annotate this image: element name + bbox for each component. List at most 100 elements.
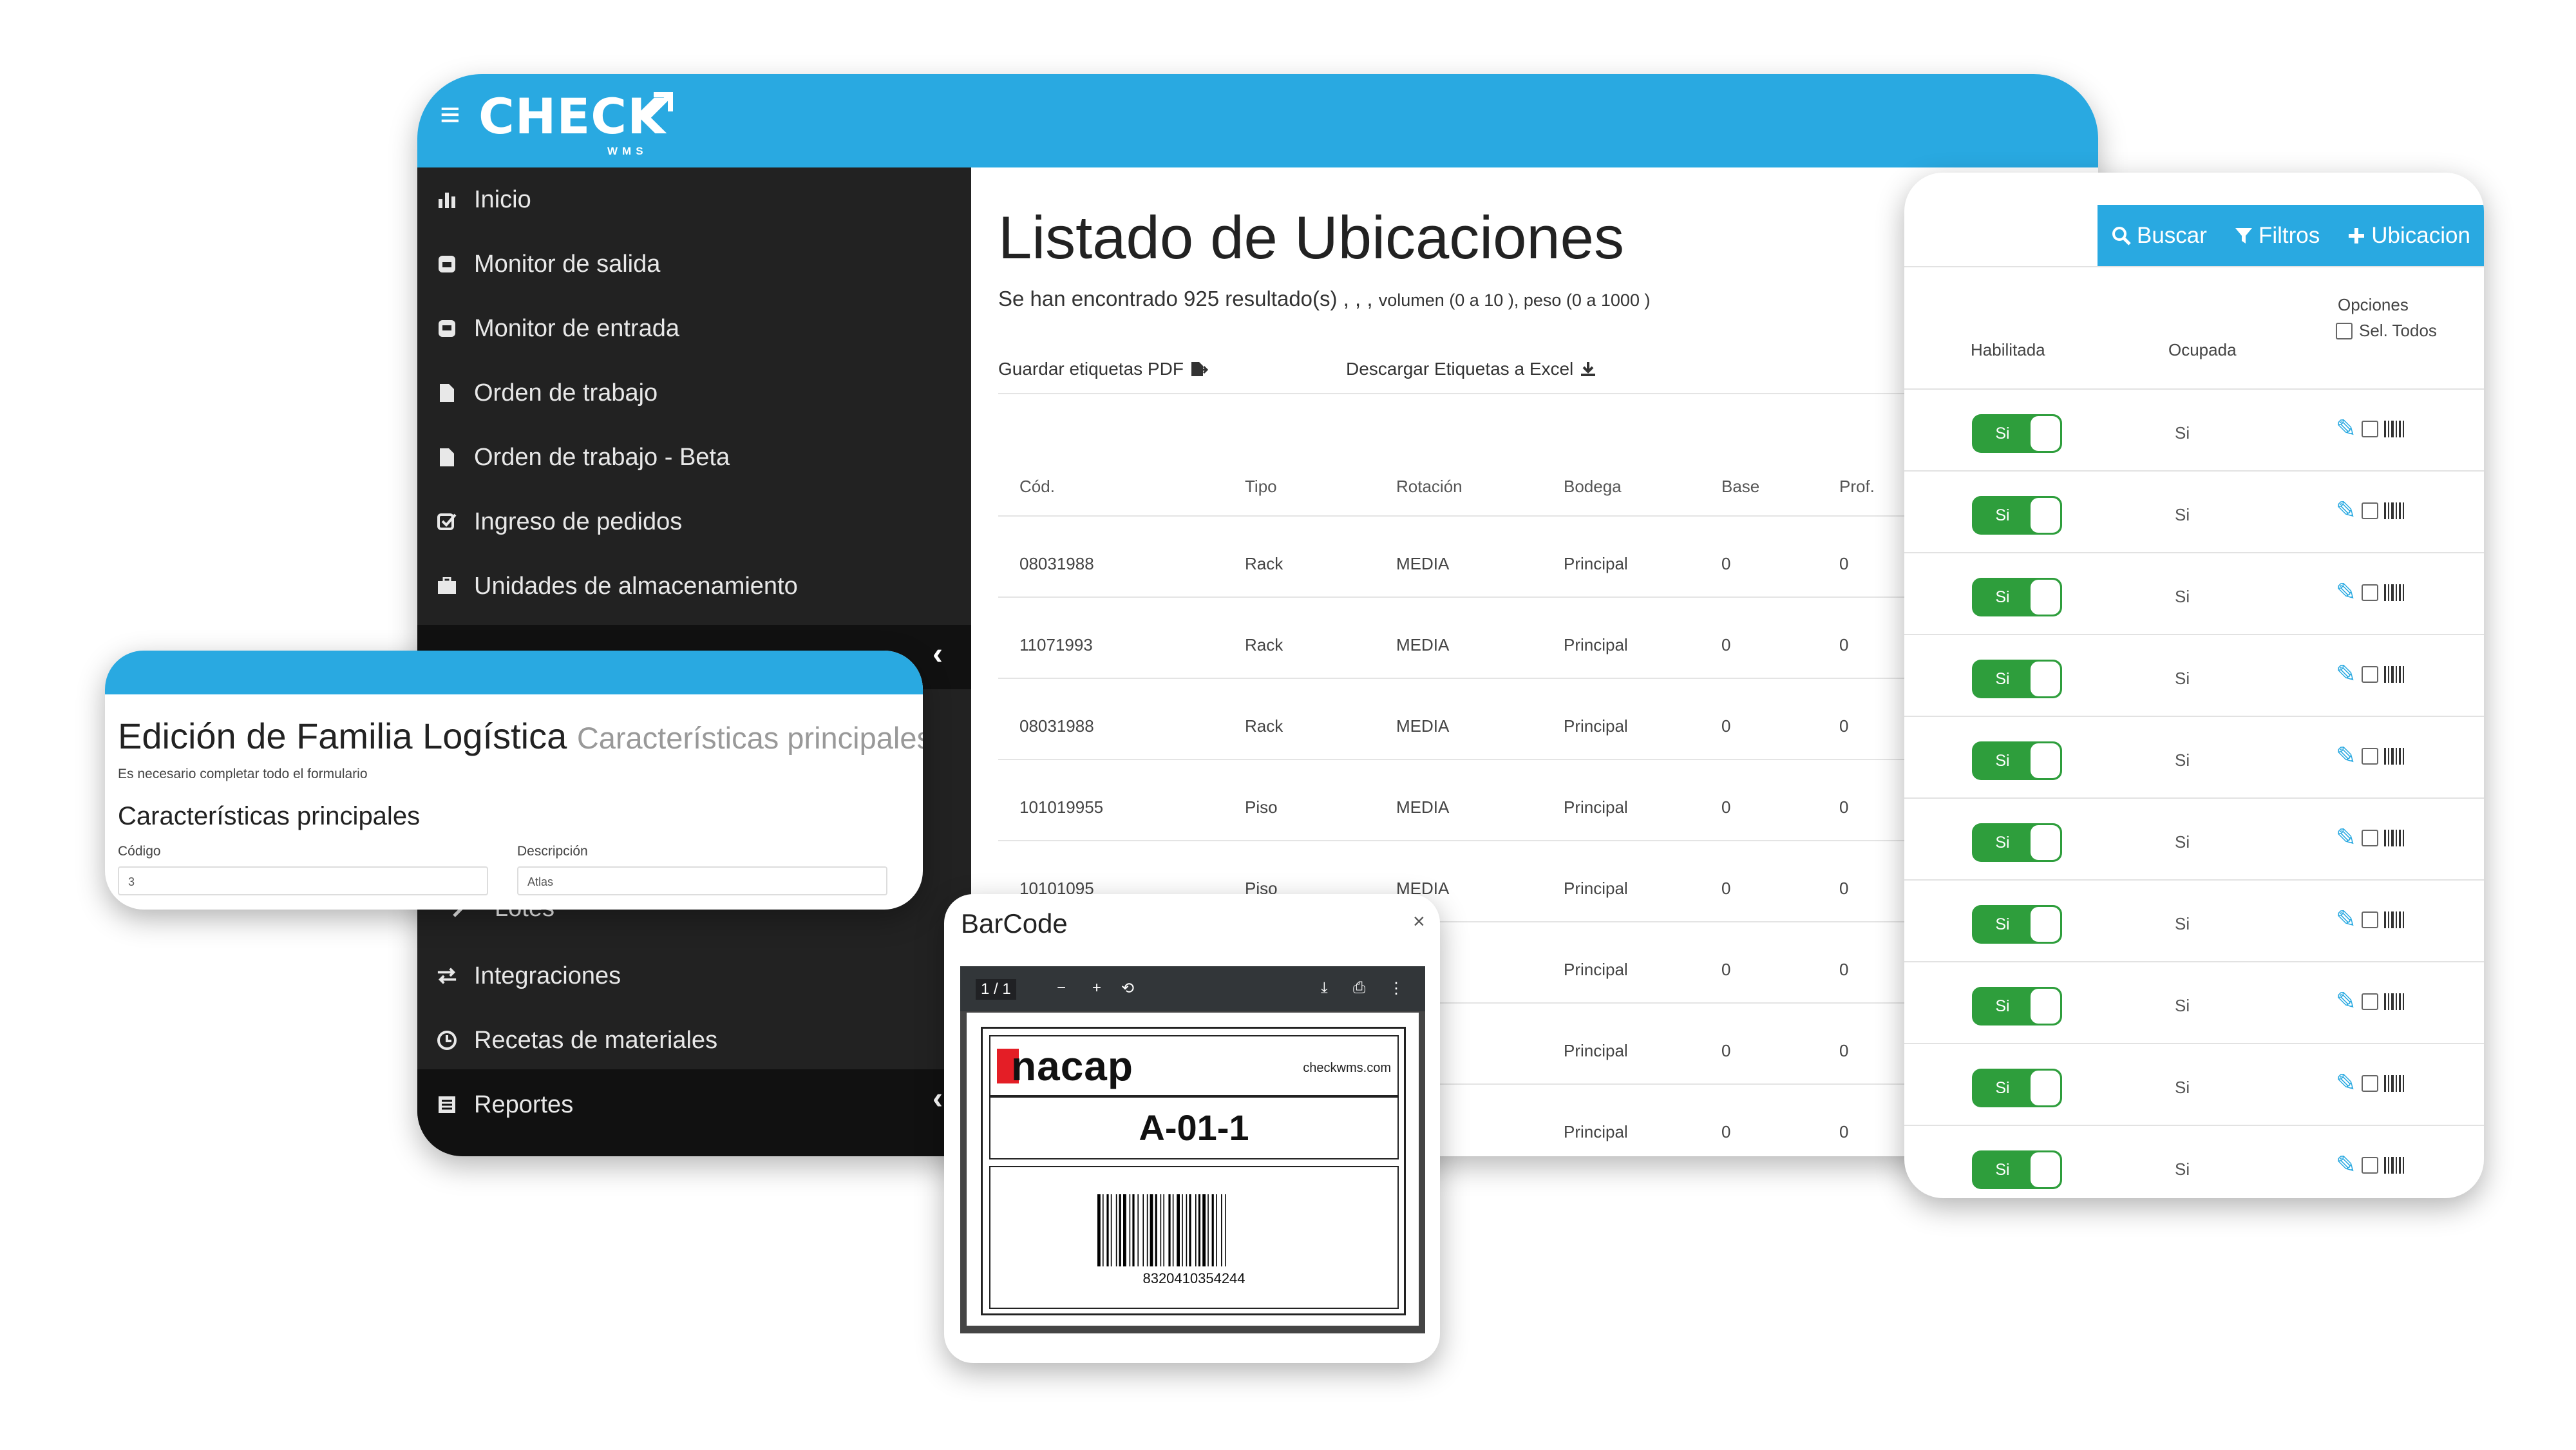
more-options-icon[interactable]: ⋮ [1388, 979, 1404, 998]
row-checkbox[interactable] [2361, 911, 2378, 928]
table-cell: MEDIA [1396, 716, 1450, 736]
barcode-icon[interactable] [2383, 828, 2405, 848]
edit-icon[interactable]: ✎ [2336, 417, 2356, 441]
barcode-icon[interactable] [2383, 910, 2405, 930]
row-checkbox[interactable] [2361, 502, 2378, 519]
row-checkbox[interactable] [2361, 748, 2378, 765]
plus-icon [2349, 227, 2365, 243]
table-cell: 0 [1839, 635, 1849, 654]
barcode-icon[interactable] [2383, 1074, 2405, 1093]
edit-icon[interactable]: ✎ [2336, 499, 2356, 523]
edit-icon[interactable]: ✎ [2336, 908, 2356, 932]
chevron-left-icon[interactable]: ‹ [933, 636, 943, 672]
edit-icon[interactable]: ✎ [2336, 580, 2356, 605]
ubicacion-label: Ubicacion [2371, 222, 2470, 248]
menu-icon[interactable]: ≡ [440, 97, 460, 132]
sidebar-item-label: Monitor de entrada [474, 314, 679, 342]
zoom-in-icon[interactable]: + [1092, 979, 1101, 997]
rotate-icon[interactable]: ⟲ [1121, 979, 1134, 998]
box-in-icon [437, 318, 457, 339]
filtros-button[interactable]: Filtros [2234, 223, 2320, 249]
options-row: Si Si ✎ [1904, 1125, 2484, 1198]
row-checkbox[interactable] [2361, 993, 2378, 1010]
table-cell: 0 [1721, 797, 1731, 817]
habilitada-toggle[interactable]: Si [1972, 660, 2062, 698]
select-all-checkbox[interactable]: Sel. Todos [2336, 321, 2437, 341]
habilitada-toggle[interactable]: Si [1972, 1069, 2062, 1107]
table-row[interactable]: 08031988 Rack MEDIA Principal 0 0 [998, 515, 1964, 596]
table-cell: MEDIA [1396, 635, 1450, 654]
row-actions: ✎ [2336, 1071, 2405, 1096]
code-field[interactable]: 3 [118, 866, 488, 895]
edit-icon[interactable]: ✎ [2336, 1153, 2356, 1178]
sidebar-item-integraciones[interactable]: Integraciones [417, 944, 971, 1008]
toggle-knob [2031, 907, 2060, 942]
sidebar-item-inicio[interactable]: Inicio [417, 167, 971, 232]
row-checkbox[interactable] [2361, 666, 2378, 683]
page-indicator[interactable]: 1 / 1 [976, 979, 1016, 1000]
sidebar-item-monitor-entrada[interactable]: Monitor de entrada [417, 296, 971, 361]
options-row: Si Si ✎ [1904, 879, 2484, 962]
ocupada-value: Si [2175, 996, 2190, 1015]
edit-icon[interactable]: ✎ [2336, 662, 2356, 687]
habilitada-toggle[interactable]: Si [1972, 414, 2062, 453]
sidebar-item-monitor-salida[interactable]: Monitor de salida [417, 232, 971, 296]
barcode-icon[interactable] [2383, 501, 2405, 520]
barcode-icon[interactable] [2383, 583, 2405, 602]
toggle-knob [2031, 662, 2060, 696]
download-excel-link[interactable]: Descargar Etiquetas a Excel [1346, 359, 1596, 379]
toggle-knob [2031, 989, 2060, 1024]
habilitada-toggle[interactable]: Si [1972, 1150, 2062, 1189]
label-header: nacap checkwms.com [989, 1035, 1399, 1096]
chevron-left-icon[interactable]: ‹ [933, 1081, 943, 1116]
location-code: A-01-1 [989, 1096, 1399, 1159]
code-label: Código [118, 844, 161, 859]
column-header: Bodega [1564, 477, 1622, 496]
buscar-button[interactable]: Buscar [2111, 223, 2207, 249]
row-checkbox[interactable] [2361, 1075, 2378, 1092]
row-checkbox[interactable] [2361, 584, 2378, 601]
download-icon[interactable]: ⤓ [1321, 979, 1328, 997]
barcode-icon[interactable] [2383, 992, 2405, 1011]
table-cell: Principal [1564, 797, 1628, 817]
habilitada-toggle[interactable]: Si [1972, 905, 2062, 944]
habilitada-toggle[interactable]: Si [1972, 741, 2062, 780]
edit-icon[interactable]: ✎ [2336, 826, 2356, 850]
habilitada-toggle[interactable]: Si [1972, 987, 2062, 1025]
sidebar-item-recetas-materiales[interactable]: Recetas de materiales [417, 1008, 971, 1073]
zoom-out-icon[interactable]: − [1057, 979, 1066, 997]
sidebar-item-reportes[interactable]: Reportes [417, 1073, 971, 1137]
results-count: Se han encontrado 925 resultado(s) , , , [998, 287, 1373, 310]
table-row[interactable]: 08031988 Rack MEDIA Principal 0 0 [998, 678, 1964, 758]
table-cell: Piso [1245, 797, 1278, 817]
habilitada-toggle[interactable]: Si [1972, 496, 2062, 535]
barcode-icon[interactable] [2383, 1156, 2405, 1175]
close-icon[interactable]: × [1413, 910, 1425, 933]
sidebar-item-unidades-almacenamiento[interactable]: Unidades de almacenamiento [417, 554, 971, 618]
page-title: Listado de Ubicaciones [998, 204, 1624, 271]
toggle-label: Si [1995, 1079, 2010, 1097]
row-checkbox[interactable] [2361, 1157, 2378, 1174]
edit-icon[interactable]: ✎ [2336, 744, 2356, 768]
print-icon[interactable]: ⎙ [1353, 979, 1365, 997]
table-row[interactable]: 101019955 Piso MEDIA Principal 0 0 [998, 759, 1964, 839]
row-checkbox[interactable] [2361, 830, 2378, 846]
divider [998, 393, 1964, 394]
table-row[interactable]: 11071993 Rack MEDIA Principal 0 0 [998, 596, 1964, 677]
sidebar-item-orden-trabajo[interactable]: Orden de trabajo [417, 361, 971, 425]
barcode-icon[interactable] [2383, 665, 2405, 684]
description-field[interactable]: Atlas [517, 866, 887, 895]
edit-icon[interactable]: ✎ [2336, 1071, 2356, 1096]
barcode-icon[interactable] [2383, 419, 2405, 439]
sidebar-item-orden-trabajo-beta[interactable]: Orden de trabajo - Beta [417, 425, 971, 490]
sidebar-item-ingreso-pedidos[interactable]: Ingreso de pedidos [417, 490, 971, 554]
row-actions: ✎ [2336, 662, 2405, 687]
checkbox[interactable] [2336, 322, 2353, 339]
habilitada-toggle[interactable]: Si [1972, 578, 2062, 616]
save-pdf-link[interactable]: Guardar etiquetas PDF [998, 359, 1208, 379]
row-checkbox[interactable] [2361, 421, 2378, 437]
add-ubicacion-button[interactable]: Ubicacion [2347, 223, 2470, 249]
barcode-icon[interactable] [2383, 747, 2405, 766]
habilitada-toggle[interactable]: Si [1972, 823, 2062, 862]
edit-icon[interactable]: ✎ [2336, 989, 2356, 1014]
